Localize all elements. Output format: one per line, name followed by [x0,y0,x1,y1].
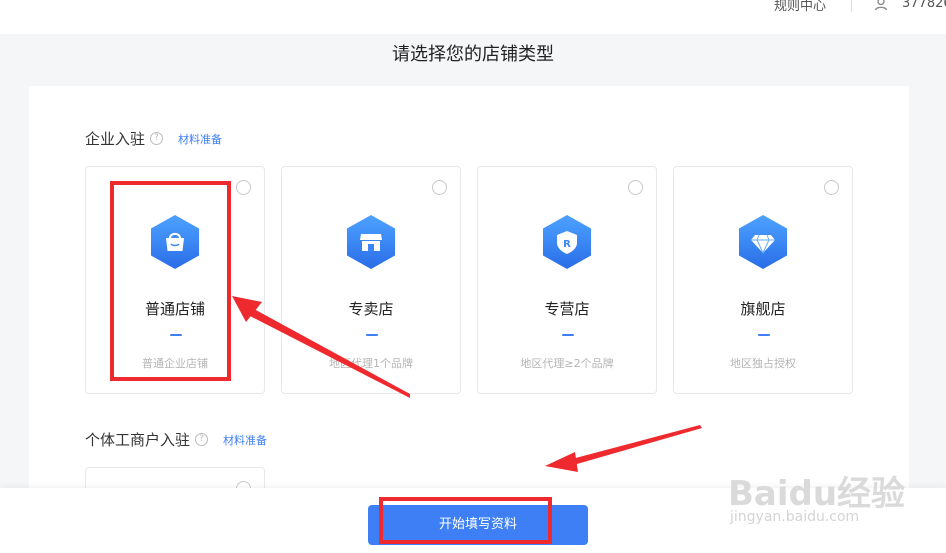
annotation-box-regular-store [110,181,231,381]
shield-r-icon: R [543,215,591,269]
watermark-site: jingyan.baidu.com [730,509,860,525]
store-card-franchise[interactable]: R 专营店 地区代理≥2个品牌 [477,166,657,394]
enterprise-section-title: 企业入驻 [85,130,146,148]
radio-button[interactable] [236,180,251,195]
enterprise-section-header: 企业入驻 ? 材料准备 [85,128,222,149]
individual-section-header: 个体工商户入驻 ? 材料准备 [85,429,267,450]
store-card-specialty[interactable]: 专卖店 地区代理1个品牌 [281,166,461,394]
svg-text:R: R [563,239,571,250]
diamond-icon [739,215,787,269]
store-name: 旗舰店 [740,300,786,318]
baidu-watermark: Baidu经验 jingyan.baidu.com [722,452,932,532]
top-bar: 规则中心 377826 [0,0,946,34]
individual-section-title: 个体工商户入驻 [85,431,191,449]
page-title: 请选择您的店铺类型 [392,44,554,65]
enterprise-material-link[interactable]: 材料准备 [178,131,222,147]
store-name: 专卖店 [348,300,394,318]
radio-button[interactable] [824,180,839,195]
user-id[interactable]: 377826 [902,0,946,11]
store-card-flagship[interactable]: 旗舰店 地区独占授权 [673,166,853,394]
store-desc: 地区代理≥2个品牌 [520,357,614,370]
store-desc: 地区独占授权 [730,357,796,370]
shop-icon [347,215,395,269]
store-desc: 地区代理1个品牌 [329,357,413,370]
name-underline [366,334,378,336]
help-icon[interactable]: ? [150,132,164,145]
annotation-box-start-button [379,497,552,544]
help-icon[interactable]: ? [195,433,209,446]
topbar-divider [851,0,852,12]
radio-button[interactable] [628,180,643,195]
name-underline [562,334,574,336]
name-underline [758,334,770,336]
rules-center-link[interactable]: 规则中心 [774,0,826,14]
individual-material-link[interactable]: 材料准备 [223,432,267,448]
radio-button[interactable] [432,180,447,195]
user-icon[interactable] [874,0,888,11]
store-name: 专营店 [544,300,590,318]
watermark-brand: Baidu经验 [728,474,906,514]
